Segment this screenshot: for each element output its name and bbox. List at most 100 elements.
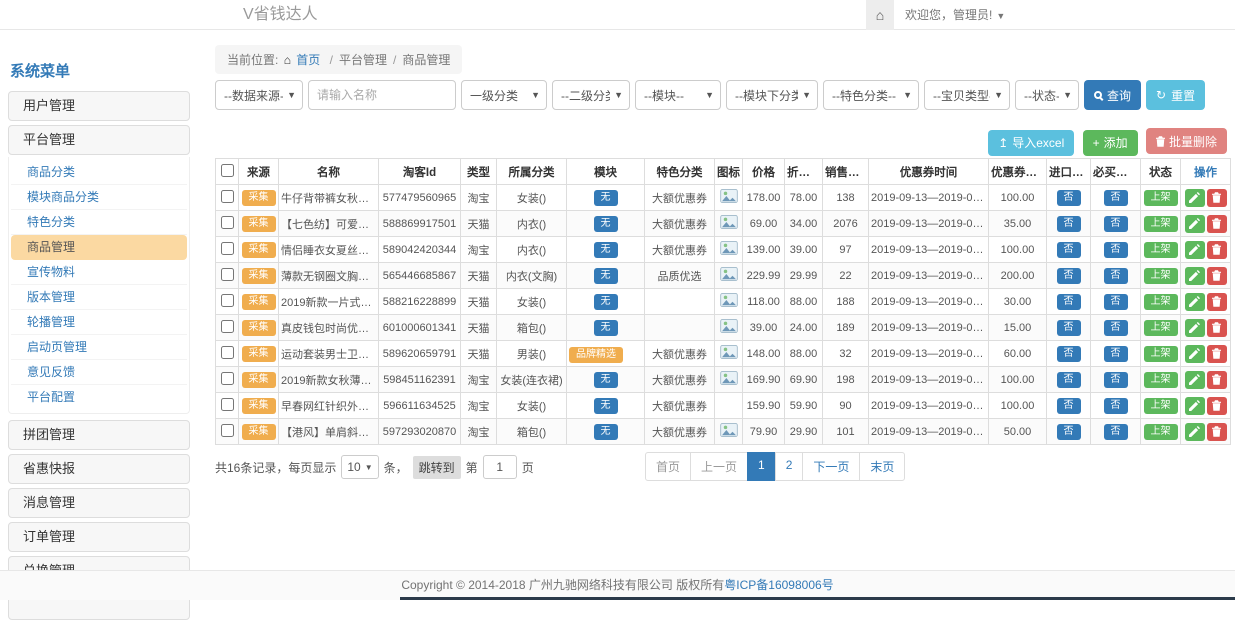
edit-button[interactable] (1185, 345, 1205, 363)
import-toggle[interactable]: 否 (1057, 268, 1081, 284)
sidebar-group-拼团管理[interactable]: 拼团管理 (8, 420, 190, 450)
status-badge[interactable]: 上架 (1144, 320, 1178, 336)
page-number-input[interactable] (483, 455, 517, 479)
import-toggle[interactable]: 否 (1057, 320, 1081, 336)
page-button-首页[interactable]: 首页 (645, 452, 691, 481)
page-button-1[interactable]: 1 (747, 452, 776, 481)
sidebar-item-商品管理[interactable]: 商品管理 (11, 235, 187, 260)
jump-button[interactable]: 跳转到 (413, 456, 461, 479)
status-badge[interactable]: 上架 (1144, 268, 1178, 284)
user-menu[interactable]: 欢迎您，管理员!▼ (905, 0, 1005, 31)
row-checkbox[interactable] (221, 216, 234, 229)
import-toggle[interactable]: 否 (1057, 216, 1081, 232)
name-input[interactable] (308, 80, 456, 110)
must-buy-toggle[interactable]: 否 (1104, 190, 1128, 206)
sidebar-item-启动页管理[interactable]: 启动页管理 (11, 335, 187, 360)
filter-select[interactable]: --特色分类--▼ (823, 80, 919, 110)
import-excel-button[interactable]: ↥导入excel (988, 130, 1074, 156)
select-all-checkbox[interactable] (221, 164, 234, 177)
sidebar-item-版本管理[interactable]: 版本管理 (11, 285, 187, 310)
must-buy-toggle[interactable]: 否 (1104, 398, 1128, 414)
must-buy-toggle[interactable]: 否 (1104, 424, 1128, 440)
must-buy-toggle[interactable]: 否 (1104, 320, 1128, 336)
sidebar-group-省惠快报[interactable]: 省惠快报 (8, 454, 190, 484)
search-button[interactable]: 查询 (1084, 80, 1141, 110)
delete-button[interactable] (1207, 241, 1227, 259)
page-button-末页[interactable]: 末页 (859, 452, 905, 481)
must-buy-toggle[interactable]: 否 (1104, 268, 1128, 284)
icp-link[interactable]: 粤ICP备16098006号 (724, 578, 833, 592)
filter-select[interactable]: --模块--▼ (635, 80, 721, 110)
delete-button[interactable] (1207, 423, 1227, 441)
filter-select[interactable]: --宝贝类型--▼ (924, 80, 1010, 110)
import-toggle[interactable]: 否 (1057, 294, 1081, 310)
delete-button[interactable] (1207, 215, 1227, 233)
status-badge[interactable]: 上架 (1144, 424, 1178, 440)
delete-button[interactable] (1207, 371, 1227, 389)
row-checkbox[interactable] (221, 398, 234, 411)
sidebar-item-宣传物料[interactable]: 宣传物料 (11, 260, 187, 285)
sidebar-group-订单管理[interactable]: 订单管理 (8, 522, 190, 552)
import-toggle[interactable]: 否 (1057, 346, 1081, 362)
import-toggle[interactable]: 否 (1057, 242, 1081, 258)
must-buy-toggle[interactable]: 否 (1104, 346, 1128, 362)
sidebar-item-意见反馈[interactable]: 意见反馈 (11, 360, 187, 385)
delete-button[interactable] (1207, 319, 1227, 337)
status-badge[interactable]: 上架 (1144, 398, 1178, 414)
edit-button[interactable] (1185, 371, 1205, 389)
home-button[interactable]: ⌂ (866, 0, 894, 30)
must-buy-toggle[interactable]: 否 (1104, 242, 1128, 258)
sidebar-item-轮播管理[interactable]: 轮播管理 (11, 310, 187, 335)
page-button-2[interactable]: 2 (775, 452, 804, 481)
delete-button[interactable] (1207, 345, 1227, 363)
row-checkbox[interactable] (221, 372, 234, 385)
batch-delete-button[interactable]: 批量删除 (1146, 128, 1227, 154)
status-badge[interactable]: 上架 (1144, 216, 1178, 232)
edit-button[interactable] (1185, 241, 1205, 259)
sidebar-group-消息管理[interactable]: 消息管理 (8, 488, 190, 518)
delete-button[interactable] (1207, 293, 1227, 311)
status-badge[interactable]: 上架 (1144, 346, 1178, 362)
edit-button[interactable] (1185, 215, 1205, 233)
sidebar-group-平台管理[interactable]: 平台管理 (8, 125, 190, 155)
edit-button[interactable] (1185, 397, 1205, 415)
import-toggle[interactable]: 否 (1057, 372, 1081, 388)
must-buy-toggle[interactable]: 否 (1104, 294, 1128, 310)
row-checkbox[interactable] (221, 268, 234, 281)
edit-button[interactable] (1185, 267, 1205, 285)
filter-select[interactable]: --二级分类--▼ (552, 80, 630, 110)
page-button-上一页[interactable]: 上一页 (690, 452, 748, 481)
sidebar-item-平台配置[interactable]: 平台配置 (11, 385, 187, 410)
row-checkbox[interactable] (221, 242, 234, 255)
status-badge[interactable]: 上架 (1144, 190, 1178, 206)
import-toggle[interactable]: 否 (1057, 424, 1081, 440)
delete-button[interactable] (1207, 397, 1227, 415)
status-badge[interactable]: 上架 (1144, 294, 1178, 310)
filter-select[interactable]: --模块下分类--▼ (726, 80, 818, 110)
import-toggle[interactable]: 否 (1057, 398, 1081, 414)
row-checkbox[interactable] (221, 320, 234, 333)
edit-button[interactable] (1185, 319, 1205, 337)
sidebar-item-模块商品分类[interactable]: 模块商品分类 (11, 185, 187, 210)
edit-button[interactable] (1185, 189, 1205, 207)
sidebar-item-商品分类[interactable]: 商品分类 (11, 160, 187, 185)
sidebar-group-用户管理[interactable]: 用户管理 (8, 91, 190, 121)
status-badge[interactable]: 上架 (1144, 242, 1178, 258)
edit-button[interactable] (1185, 293, 1205, 311)
add-button[interactable]: +添加 (1083, 130, 1138, 156)
row-checkbox[interactable] (221, 294, 234, 307)
must-buy-toggle[interactable]: 否 (1104, 216, 1128, 232)
row-checkbox[interactable] (221, 346, 234, 359)
filter-select[interactable]: --状态--▼ (1015, 80, 1079, 110)
row-checkbox[interactable] (221, 424, 234, 437)
source-select[interactable]: --数据来源--▼ (215, 80, 303, 110)
status-badge[interactable]: 上架 (1144, 372, 1178, 388)
reset-button[interactable]: ↻重置 (1146, 80, 1205, 110)
row-checkbox[interactable] (221, 190, 234, 203)
breadcrumb-home-link[interactable]: 首页 (296, 53, 320, 67)
page-button-下一页[interactable]: 下一页 (802, 452, 860, 481)
edit-button[interactable] (1185, 423, 1205, 441)
must-buy-toggle[interactable]: 否 (1104, 372, 1128, 388)
per-page-select[interactable]: 10▼ (341, 455, 378, 479)
delete-button[interactable] (1207, 267, 1227, 285)
